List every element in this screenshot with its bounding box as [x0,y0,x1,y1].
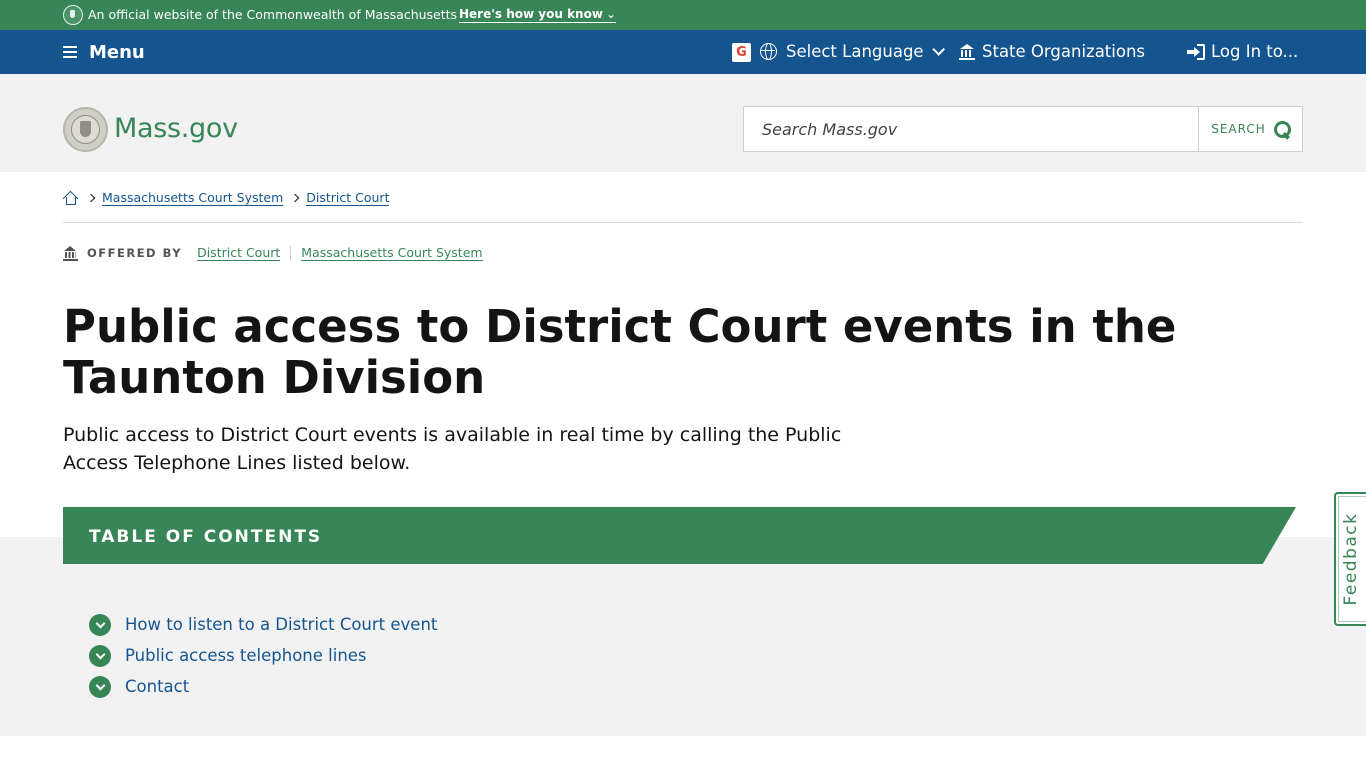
toc-item-label: Public access telephone lines [125,646,367,665]
toc-item-how-to-listen[interactable]: How to listen to a District Court event [89,609,437,640]
site-header: Mass.gov SEARCH [0,74,1366,172]
heres-how-you-know-link[interactable]: Here's how you know ⌄ [459,7,616,23]
breadcrumb: Massachusetts Court System District Cour… [62,190,390,207]
search-button[interactable]: SEARCH [1198,106,1303,152]
google-translate-icon: G [732,43,751,62]
utility-nav: Menu G Select Language State Organizatio… [0,30,1366,74]
toc-list: How to listen to a District Court event … [89,609,437,702]
official-banner-text: An official website of the Commonwealth … [88,7,458,22]
divider [63,222,1303,223]
chevron-right-icon [86,193,96,203]
page-title: Public access to District Court events i… [63,300,1177,404]
feedback-label: Feedback [1341,512,1361,606]
chevron-down-circle-icon [89,613,111,636]
chevron-down-icon [931,43,945,56]
login-button[interactable]: Log In to... [1187,42,1298,61]
chevron-right-icon [291,193,300,203]
chevron-down-circle-icon [89,644,111,667]
divider [290,245,292,261]
state-organizations-button[interactable]: State Organizations [959,42,1145,61]
search-button-label: SEARCH [1211,122,1266,136]
globe-icon [760,43,777,60]
official-banner: An official website of the Commonwealth … [0,0,1366,30]
offered-by-label: OFFERED BY [87,246,183,260]
menu-button[interactable]: Menu [63,40,145,64]
chevron-down-circle-icon [89,675,111,698]
ma-seal-icon [63,5,83,25]
home-icon[interactable] [62,190,79,207]
offered-by-district-court[interactable]: District Court [197,245,281,261]
mass-gov-seal-logo[interactable] [63,107,108,152]
toc-item-label: Contact [125,677,190,696]
menu-label: Menu [89,41,145,63]
breadcrumb-item-court-system[interactable]: Massachusetts Court System [102,190,284,206]
hamburger-icon [63,46,77,58]
page-lede: Public access to District Court events i… [63,424,842,474]
building-icon [63,245,78,261]
login-label: Log In to... [1211,42,1299,61]
select-language-button[interactable]: Select Language [760,42,945,61]
building-icon [959,43,975,60]
mass-gov-logo-text[interactable]: Mass.gov [114,113,238,144]
offered-by: OFFERED BY District Court Massachusetts … [63,245,483,261]
toc-item-telephone-lines[interactable]: Public access telephone lines [89,640,437,671]
toc-item-contact[interactable]: Contact [89,671,437,702]
toc-title: TABLE OF CONTENTS [89,527,323,547]
toc-header: TABLE OF CONTENTS [63,507,1296,564]
login-icon [1187,43,1205,60]
breadcrumb-item-district-court[interactable]: District Court [306,190,390,206]
chevron-down-icon: ⌄ [605,7,616,21]
heres-how-you-know-label: Here's how you know [459,7,603,21]
search-input[interactable] [744,107,1198,151]
search-icon [1273,121,1291,138]
feedback-tab[interactable]: Feedback [1334,492,1366,626]
offered-by-court-system[interactable]: Massachusetts Court System [301,245,483,261]
search-field[interactable] [743,106,1199,152]
select-language-label: Select Language [786,42,924,61]
state-organizations-label: State Organizations [982,42,1146,61]
toc-item-label: How to listen to a District Court event [125,615,438,634]
